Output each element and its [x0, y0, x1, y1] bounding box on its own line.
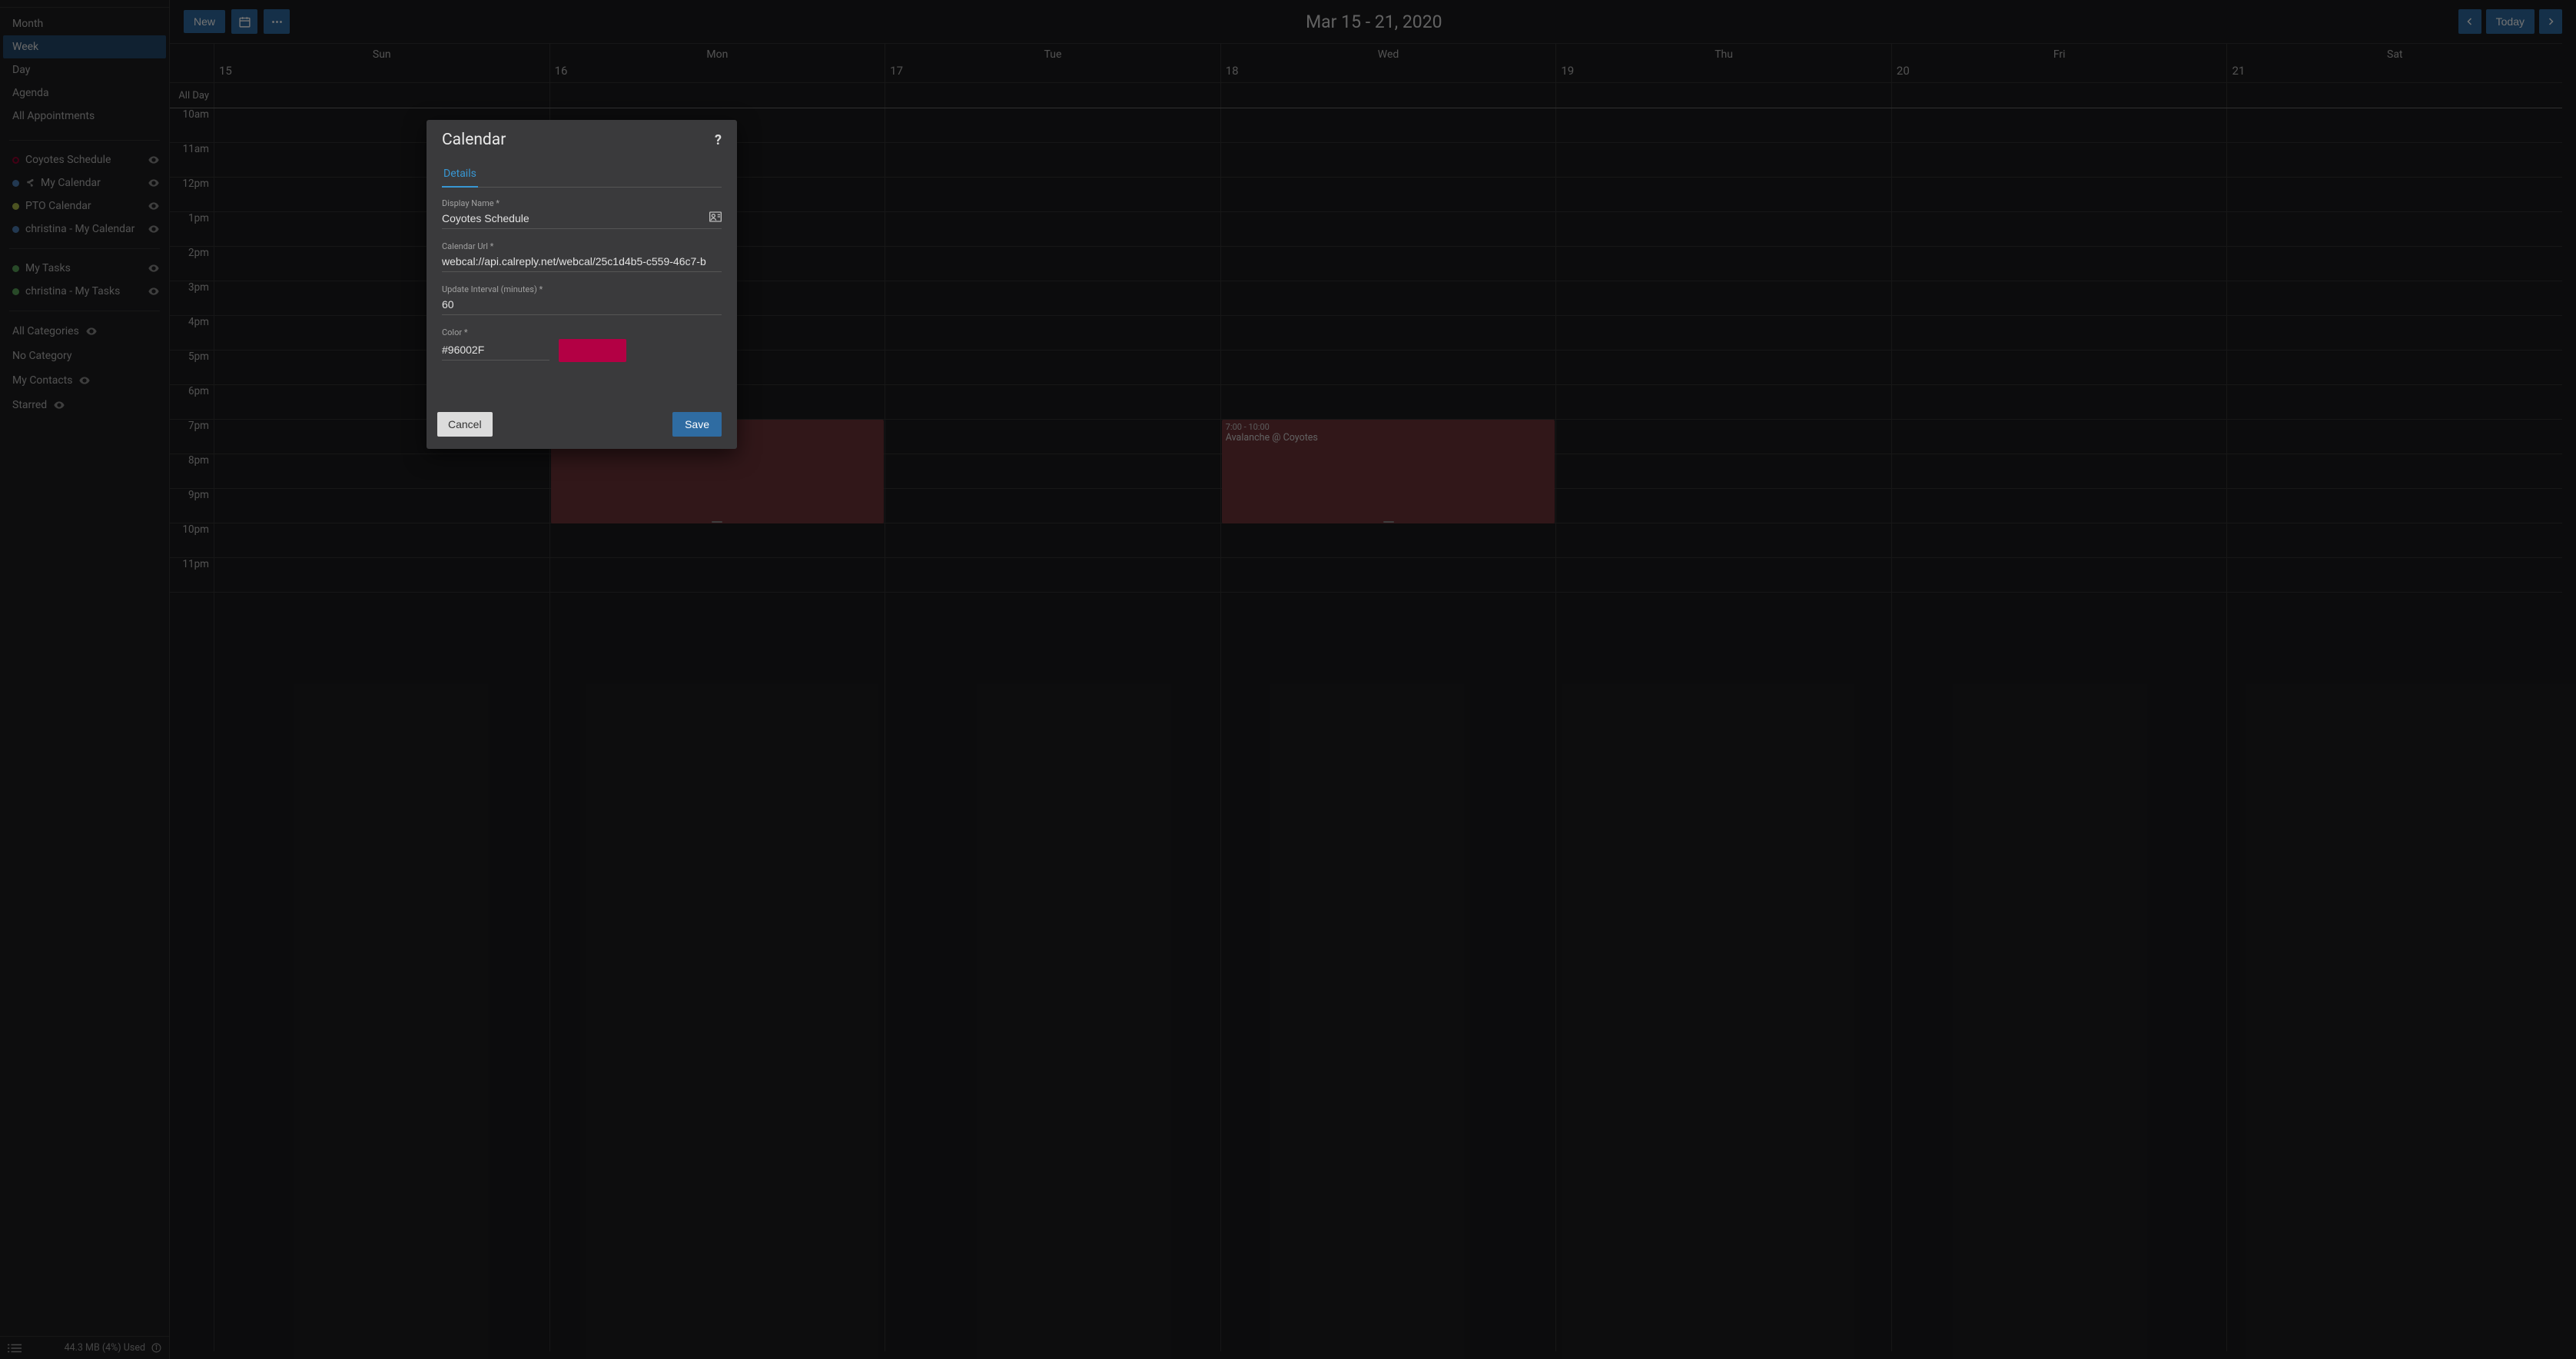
- save-button[interactable]: Save: [672, 412, 722, 437]
- dialog-footer: Cancel Save: [427, 403, 737, 449]
- dialog-header: Calendar ?: [427, 120, 737, 155]
- update-interval-input[interactable]: [442, 296, 722, 315]
- modal-backdrop[interactable]: [0, 0, 2576, 1359]
- color-label: Color *: [442, 327, 722, 337]
- contact-card-icon[interactable]: [709, 211, 722, 222]
- calendar-url-input[interactable]: [442, 253, 722, 272]
- help-button[interactable]: ?: [715, 132, 722, 148]
- app-root: Month Week Day Agenda All Appointments C…: [0, 0, 2576, 1359]
- display-name-label: Display Name *: [442, 198, 722, 208]
- field-color: Color *: [442, 327, 722, 362]
- display-name-input[interactable]: [442, 210, 722, 229]
- calendar-edit-dialog: Calendar ? Details Display Name * Calend…: [427, 120, 737, 449]
- field-update-interval: Update Interval (minutes) *: [442, 284, 722, 315]
- dialog-body: Display Name * Calendar Url * Update Int…: [427, 188, 737, 403]
- color-input[interactable]: [442, 341, 549, 361]
- dialog-title: Calendar: [442, 131, 715, 149]
- field-calendar-url: Calendar Url *: [442, 241, 722, 272]
- update-interval-label: Update Interval (minutes) *: [442, 284, 722, 294]
- dialog-tabs: Details: [442, 161, 722, 188]
- cancel-button[interactable]: Cancel: [437, 412, 493, 437]
- field-display-name: Display Name *: [442, 198, 722, 229]
- tab-details[interactable]: Details: [442, 161, 478, 188]
- calendar-url-label: Calendar Url *: [442, 241, 722, 251]
- color-swatch[interactable]: [559, 339, 626, 362]
